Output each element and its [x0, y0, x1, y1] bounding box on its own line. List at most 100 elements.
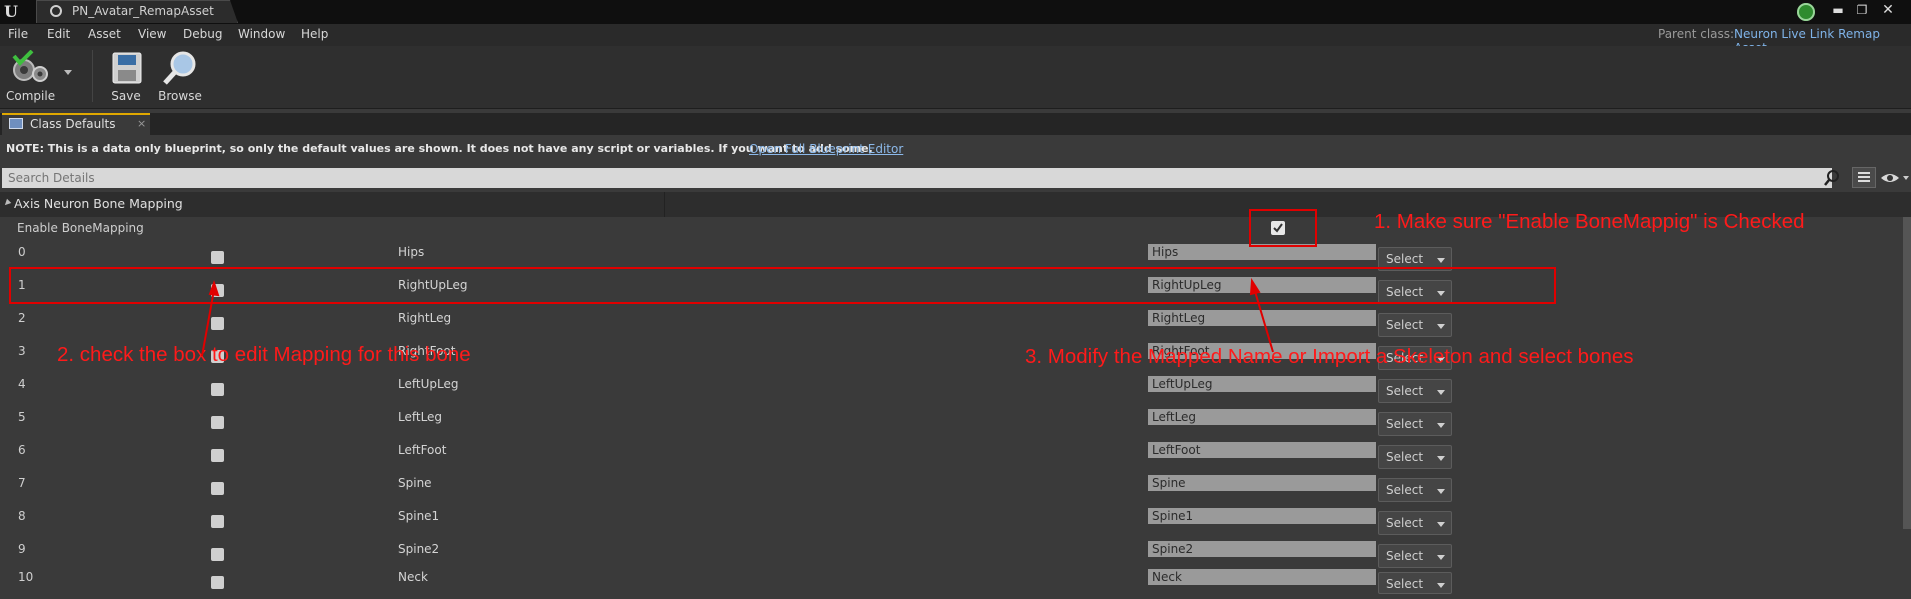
search-details-input[interactable] — [2, 168, 1832, 188]
bone-select-label: Select — [1386, 577, 1424, 591]
row-index: 3 — [18, 344, 26, 358]
menu-edit[interactable]: Edit — [47, 27, 70, 41]
panel-tab-row — [0, 113, 1911, 135]
bone-select-label: Select — [1386, 450, 1424, 464]
edit-mapping-checkbox[interactable] — [211, 317, 224, 330]
row-index: 7 — [18, 476, 26, 490]
edit-mapping-checkbox[interactable] — [211, 251, 224, 264]
mapped-name-field[interactable] — [1148, 475, 1376, 491]
save-button-label[interactable]: Save — [108, 89, 144, 103]
view-options-eye-icon[interactable] — [1880, 170, 1910, 186]
annotation-note-2: 2. check the box to edit Mapping for thi… — [57, 343, 471, 366]
save-icon[interactable] — [112, 52, 142, 84]
chevron-down-icon — [1437, 390, 1445, 395]
bone-select-label: Select — [1386, 318, 1424, 332]
details-scrollbar[interactable] — [1903, 217, 1911, 529]
bone-select-dropdown[interactable]: Select — [1378, 313, 1452, 337]
bone-select-dropdown[interactable]: Select — [1378, 478, 1452, 502]
row-index: 0 — [18, 245, 26, 259]
property-matrix-button[interactable] — [1852, 167, 1876, 188]
row-index: 9 — [18, 542, 26, 556]
bone-select-dropdown[interactable]: Select — [1378, 412, 1452, 436]
compile-options-chevron-down-icon[interactable] — [64, 70, 72, 75]
bone-select-dropdown[interactable]: Select — [1378, 445, 1452, 469]
bone-row-2: 2 RightLeg Select — [0, 307, 1900, 340]
bone-name: Spine2 — [398, 542, 440, 556]
tab-class-defaults-label: Class Defaults — [30, 117, 116, 131]
title-bar — [0, 0, 1911, 24]
bone-select-label: Select — [1386, 516, 1424, 530]
edit-mapping-checkbox[interactable] — [211, 383, 224, 396]
chevron-down-icon — [1437, 423, 1445, 428]
menu-file[interactable]: File — [8, 27, 28, 41]
unreal-logo-icon: U — [4, 2, 18, 21]
bone-select-label: Select — [1386, 483, 1424, 497]
compile-icon[interactable] — [10, 50, 50, 86]
edit-mapping-checkbox[interactable] — [211, 576, 224, 589]
bone-row-6: 6 LeftFoot Select — [0, 439, 1900, 472]
annotation-box-enable — [1249, 209, 1317, 247]
bone-select-dropdown[interactable]: Select — [1378, 511, 1452, 535]
enable-bone-mapping-label: Enable BoneMapping — [17, 221, 144, 235]
edit-mapping-checkbox[interactable] — [211, 515, 224, 528]
bone-name: Spine — [398, 476, 432, 490]
row-index: 5 — [18, 410, 26, 424]
bone-select-label: Select — [1386, 549, 1424, 563]
row-index: 10 — [18, 570, 34, 584]
edit-mapping-checkbox[interactable] — [211, 482, 224, 495]
menu-window[interactable]: Window — [238, 27, 285, 41]
chevron-down-icon — [1437, 456, 1445, 461]
mapped-name-field[interactable] — [1148, 541, 1376, 557]
menu-view[interactable]: View — [138, 27, 166, 41]
open-full-blueprint-editor-link[interactable]: Open Full Blueprint Editor — [749, 142, 903, 156]
parent-class-label: Parent class: — [1658, 27, 1735, 41]
edit-mapping-checkbox[interactable] — [211, 548, 224, 561]
mapped-name-field[interactable] — [1148, 376, 1376, 392]
mapped-name-field[interactable] — [1148, 442, 1376, 458]
row-index: 8 — [18, 509, 26, 523]
menu-bar — [0, 24, 1911, 46]
bone-select-dropdown[interactable]: Select — [1378, 379, 1452, 403]
bone-row-8: 8 Spine1 Select — [0, 505, 1900, 538]
mapped-name-field[interactable] — [1148, 508, 1376, 524]
mapped-name-field[interactable] — [1148, 409, 1376, 425]
data-only-note: NOTE: This is a data only blueprint, so … — [6, 142, 873, 155]
bone-select-label: Select — [1386, 384, 1424, 398]
menu-debug[interactable]: Debug — [183, 27, 222, 41]
bone-row-4: 4 LeftUpLeg Select — [0, 373, 1900, 406]
menu-help[interactable]: Help — [301, 27, 328, 41]
annotation-note-1: 1. Make sure "Enable BoneMappig" is Chec… — [1374, 210, 1805, 233]
close-button[interactable]: ✕ — [1878, 2, 1898, 18]
details-panel-icon — [9, 118, 23, 129]
chevron-down-icon — [1437, 522, 1445, 527]
row-index: 6 — [18, 443, 26, 457]
bone-select-dropdown[interactable]: Select — [1378, 544, 1452, 568]
minimize-button[interactable]: ▬ — [1828, 2, 1848, 18]
toolbar-divider — [92, 50, 93, 102]
toolbar — [0, 46, 1911, 109]
chevron-down-icon — [1437, 583, 1445, 588]
browse-button-label[interactable]: Browse — [155, 89, 205, 103]
bone-name: LeftUpLeg — [398, 377, 459, 391]
asset-tab-title: PN_Avatar_RemapAsset — [72, 4, 214, 18]
bone-name: Hips — [398, 245, 425, 259]
column-splitter[interactable] — [664, 192, 665, 217]
bone-row-10: 10 Neck Select — [0, 566, 1900, 599]
browse-magnifier-icon[interactable] — [162, 50, 198, 86]
edit-mapping-checkbox[interactable] — [211, 449, 224, 462]
chevron-down-icon — [1437, 489, 1445, 494]
restore-button[interactable]: ❐ — [1852, 2, 1872, 18]
bone-row-5: 5 LeftLeg Select — [0, 406, 1900, 439]
annotation-note-3: 3. Modify the Mapped Name or Import a Sk… — [1025, 345, 1634, 368]
tab-close-icon[interactable]: × — [137, 117, 146, 130]
mapped-name-field[interactable] — [1148, 310, 1376, 326]
annotation-box-row — [9, 267, 1556, 304]
menu-asset[interactable]: Asset — [88, 27, 121, 41]
edit-mapping-checkbox[interactable] — [211, 416, 224, 429]
source-control-status-icon[interactable] — [1797, 3, 1815, 21]
bone-name: Spine1 — [398, 509, 440, 523]
bone-select-dropdown[interactable]: Select — [1378, 572, 1452, 594]
bone-name: LeftLeg — [398, 410, 443, 424]
mapped-name-field[interactable] — [1148, 569, 1376, 585]
compile-button-label[interactable]: Compile — [6, 89, 55, 103]
